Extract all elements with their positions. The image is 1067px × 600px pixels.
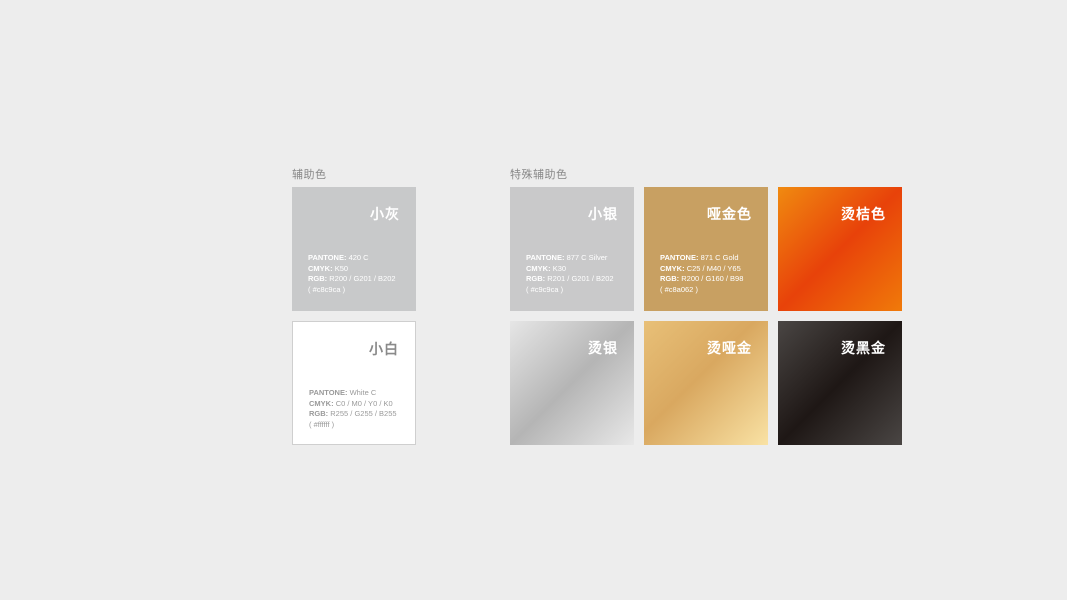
cmyk-label: CMYK:	[309, 398, 334, 408]
cmyk-label: CMYK:	[526, 263, 551, 273]
aux-color-section-label: 辅助色	[292, 169, 327, 181]
swatch-name: 烫黑金	[841, 340, 886, 356]
rgb-label: RGB:	[526, 274, 546, 283]
rgb-label: RGB:	[660, 274, 680, 283]
pantone-label: PANTONE:	[660, 253, 699, 262]
swatch-name: 小银	[588, 206, 618, 222]
swatch-gray: 小灰 PANTONE: 420 C CMYK: K50 RGB: R200 / …	[292, 187, 416, 311]
special-aux-color-section-label: 特殊辅助色	[510, 169, 568, 181]
cmyk-value: K50	[334, 263, 349, 273]
cmyk-value: K30	[552, 263, 567, 273]
hex-value: ( #ffffff )	[309, 419, 335, 429]
rgb-value: R200 / G201 / B202	[329, 274, 396, 283]
swatch-silver: 小银 PANTONE: 877 C Silver CMYK: K30 RGB: …	[510, 187, 634, 311]
cmyk-label: CMYK:	[660, 263, 685, 273]
pantone-value: 871 C Gold	[700, 253, 739, 262]
swatch-name: 小灰	[370, 206, 400, 222]
swatch-specs: PANTONE: 877 C Silver CMYK: K30 RGB: R20…	[526, 253, 614, 295]
hex-value: ( #c8c9ca )	[308, 284, 346, 294]
pantone-value: 420 C	[348, 253, 369, 262]
pantone-value: White C	[349, 388, 377, 397]
swatch-hot-matte-gold: 烫哑金	[644, 321, 768, 445]
swatch-name: 烫桔色	[841, 206, 886, 222]
cmyk-label: CMYK:	[308, 263, 333, 273]
swatch-hot-silver: 烫银	[510, 321, 634, 445]
rgb-label: RGB:	[308, 274, 328, 283]
swatch-white: 小白 PANTONE: White C CMYK: C0 / M0 / Y0 /…	[292, 321, 416, 445]
swatch-specs: PANTONE: 871 C Gold CMYK: C25 / M40 / Y6…	[660, 253, 743, 295]
swatch-name: 烫银	[588, 340, 618, 356]
rgb-value: R200 / G160 / B98	[681, 274, 744, 283]
pantone-label: PANTONE:	[526, 253, 565, 262]
rgb-value: R201 / G201 / B202	[547, 274, 614, 283]
rgb-label: RGB:	[309, 409, 329, 418]
hex-value: ( #c8a062 )	[660, 284, 698, 294]
swatch-name: 烫哑金	[707, 340, 752, 356]
swatch-specs: PANTONE: White C CMYK: C0 / M0 / Y0 / K0…	[309, 388, 397, 430]
cmyk-value: C0 / M0 / Y0 / K0	[335, 398, 393, 408]
pantone-value: 877 C Silver	[566, 253, 608, 262]
swatch-matte-gold: 哑金色 PANTONE: 871 C Gold CMYK: C25 / M40 …	[644, 187, 768, 311]
swatch-hot-black-gold: 烫黑金	[778, 321, 902, 445]
swatch-specs: PANTONE: 420 C CMYK: K50 RGB: R200 / G20…	[308, 253, 396, 295]
pantone-label: PANTONE:	[309, 388, 348, 397]
hex-value: ( #c9c9ca )	[526, 284, 564, 294]
swatch-name: 小白	[369, 341, 399, 357]
swatch-hot-orange: 烫桔色	[778, 187, 902, 311]
rgb-value: R255 / G255 / B255	[330, 409, 397, 418]
pantone-label: PANTONE:	[308, 253, 347, 262]
swatch-name: 哑金色	[707, 206, 752, 222]
cmyk-value: C25 / M40 / Y65	[686, 263, 741, 273]
